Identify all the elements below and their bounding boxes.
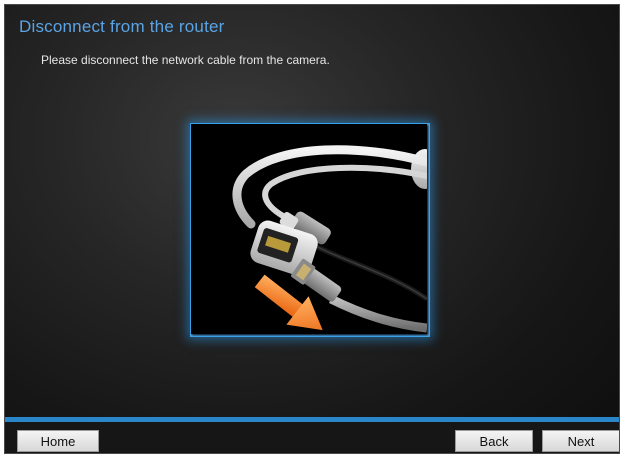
navigation-bar: Home Back Next — [5, 417, 619, 453]
cable-disconnect-image — [191, 124, 427, 334]
instruction-text: Please disconnect the network cable from… — [41, 53, 330, 67]
back-button[interactable]: Back — [455, 430, 533, 452]
setup-wizard-window: Disconnect from the router Please discon… — [4, 4, 620, 454]
home-button[interactable]: Home — [17, 430, 99, 452]
next-button[interactable]: Next — [542, 430, 619, 452]
cable-disconnect-illustration — [190, 123, 430, 337]
page-title: Disconnect from the router — [19, 17, 225, 36]
